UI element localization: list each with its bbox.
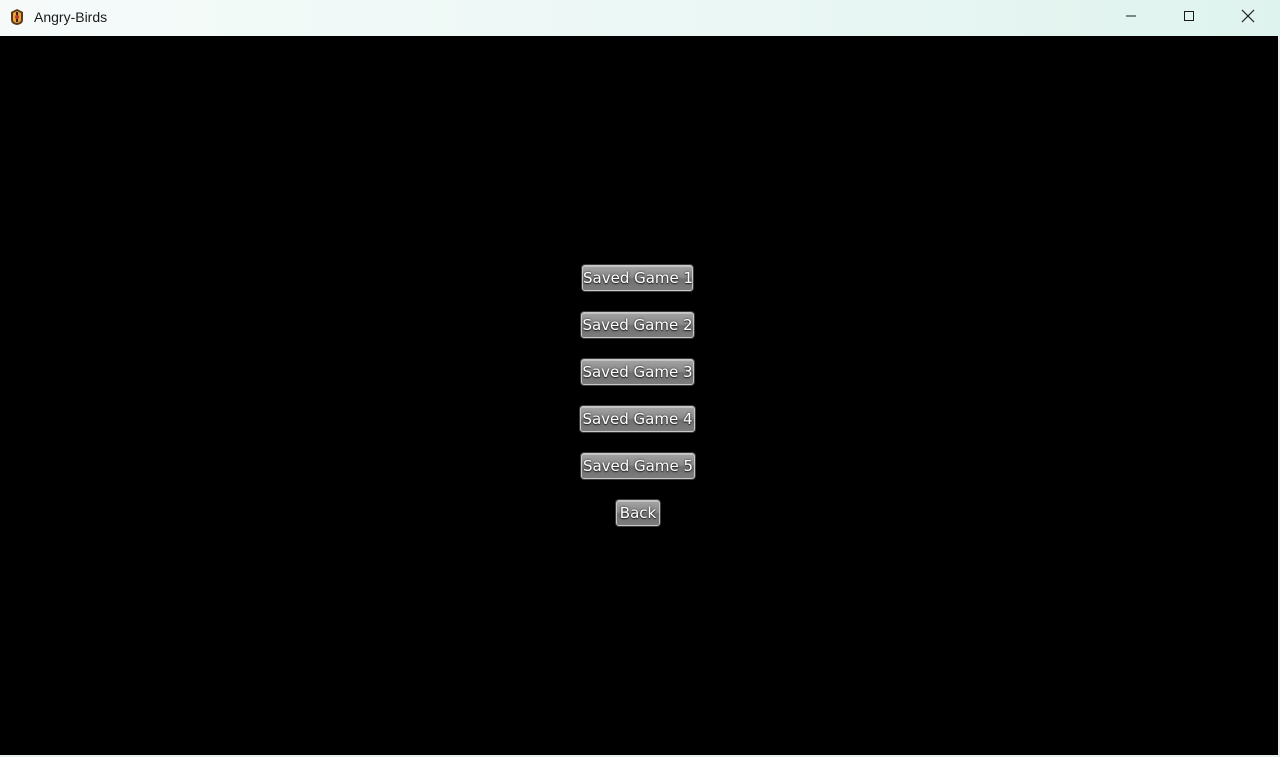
saved-game-2-button[interactable]: Saved Game 2 xyxy=(581,312,694,338)
angry-birds-app-icon xyxy=(8,8,26,26)
app-window: Angry-Birds Saved Game 1 Saved Game 2 Sa… xyxy=(0,0,1280,757)
window-title: Angry-Birds xyxy=(34,9,108,25)
saved-game-3-button[interactable]: Saved Game 3 xyxy=(581,359,694,385)
minimize-icon xyxy=(1125,9,1137,27)
maximize-icon xyxy=(1183,9,1195,27)
maximize-button[interactable] xyxy=(1160,0,1218,36)
game-canvas xyxy=(0,36,1278,755)
back-button[interactable]: Back xyxy=(616,500,660,526)
close-icon xyxy=(1241,9,1255,28)
title-bar[interactable]: Angry-Birds xyxy=(0,0,1280,36)
minimize-button[interactable] xyxy=(1102,0,1160,36)
saved-game-4-button[interactable]: Saved Game 4 xyxy=(580,406,695,432)
close-button[interactable] xyxy=(1219,0,1277,36)
saved-game-5-button[interactable]: Saved Game 5 xyxy=(581,453,695,479)
saved-game-1-button[interactable]: Saved Game 1 xyxy=(582,265,693,291)
